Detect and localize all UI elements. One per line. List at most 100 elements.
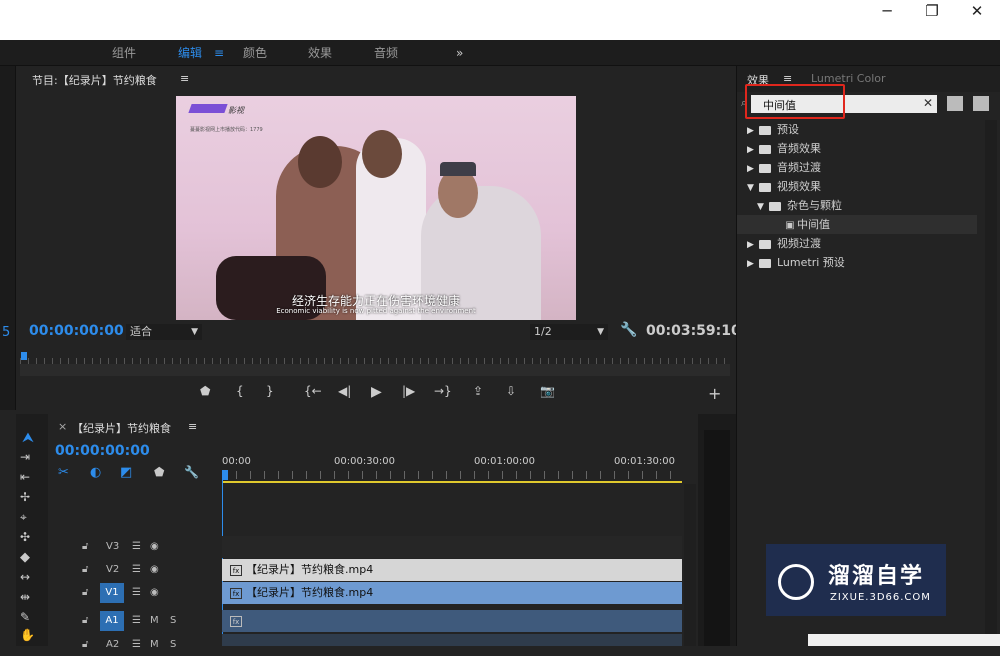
mark-in-button[interactable]: { [236,384,244,398]
timeline-menu-icon[interactable]: ≡ [188,420,197,433]
mute-button[interactable]: M [150,610,159,632]
sync-lock-icon[interactable]: ☰ [132,536,141,558]
work-area-bar[interactable] [222,481,682,483]
button-editor-button[interactable]: + [708,384,721,403]
snap-icon[interactable]: ✂ [58,465,69,480]
audio-meter-bars [704,430,730,646]
track-select-tool-icon[interactable]: ⇥ [20,450,30,464]
mark-out-button[interactable]: } [266,384,274,398]
taskbar-fragment [808,634,1000,646]
tree-item-video-effects[interactable]: ▼ 视频效果 [737,177,977,196]
channel-logo-text: 影视 [228,106,244,115]
program-scroll-bar[interactable] [20,364,730,376]
timeline-settings-icon[interactable]: 🔧 [184,465,199,479]
extract-button[interactable]: ⇩ [506,384,516,398]
step-forward-button[interactable]: |▶ [402,384,415,398]
program-menu-icon[interactable]: ≡ [180,72,189,85]
program-title[interactable]: 节目:【纪录片】节约粮食 [32,72,157,88]
slip-tool-icon[interactable]: ↔ [20,570,30,584]
rolling-edit-tool-icon[interactable]: ⌖ [20,510,27,525]
program-playhead[interactable] [21,352,27,360]
person-right-cap [440,162,476,176]
wrench-icon[interactable]: 🔧 [620,322,637,338]
hand-tool-icon[interactable]: ✋ [20,628,35,642]
timeline-ruler[interactable]: 00:00 00:00:30:00 00:01:00:00 00:01:30:0… [222,454,682,484]
workspace-tab-effects[interactable]: 效果 [308,40,332,66]
lift-button[interactable]: ⇪ [473,384,483,398]
clear-search-icon[interactable]: ✕ [923,96,933,110]
linked-selection-icon[interactable]: ◐ [90,465,101,480]
sync-lock-icon[interactable]: ☰ [132,559,141,581]
rate-stretch-tool-icon[interactable]: ✣ [20,530,30,544]
program-ruler[interactable] [20,350,730,364]
pen-tool-icon[interactable]: ✎ [20,610,30,624]
fx-icon: fx [230,565,242,576]
track-lane-v3[interactable] [222,536,682,558]
timeline-scrollbar[interactable] [684,484,696,646]
selection-tool-icon[interactable]: ⮝ [22,430,34,446]
lock-icon[interactable]: 🔓︎ [82,634,88,656]
timeline-timecode[interactable]: 00:00:00:00 [55,443,150,459]
effect-icon: ▣ [785,220,795,231]
effects-scrollbar[interactable] [985,120,997,640]
tree-item-presets[interactable]: ▶ 预设 [737,120,977,139]
timeline-close-icon[interactable]: × [58,420,67,433]
eye-icon[interactable]: ◉ [150,536,159,558]
workspace-tab-assembly[interactable]: 组件 [112,40,136,66]
source-timecode-fragment: 5 [2,325,11,340]
tree-item-audio-effects[interactable]: ▶ 音频效果 [737,139,977,158]
slide-tool-icon[interactable]: ⇹ [20,590,30,604]
sync-lock-icon[interactable]: ☰ [132,634,141,656]
lock-icon[interactable]: 🔓︎ [82,610,88,632]
lock-icon[interactable]: 🔓︎ [82,536,88,558]
solo-button[interactable]: S [170,610,176,632]
lock-icon[interactable]: 🔓︎ [82,582,88,604]
mute-button[interactable]: M [150,634,159,656]
track-name[interactable]: A1 [100,611,124,631]
video-frame[interactable]: 影视 蔓蔓影视网上市播放代码：1779 经济生存能力正在伤害环境健康 Econo… [176,96,576,320]
step-back-button[interactable]: ◀| [338,384,351,398]
add-marker-button[interactable]: ⬟ [200,384,210,398]
workspace-tab-audio[interactable]: 音频 [374,40,398,66]
clip-v2[interactable]: fx 【纪录片】节约粮食.mp4 [222,559,682,581]
go-to-in-button[interactable]: {← [304,384,322,398]
track-v2: 🔓︎ V2 ☰ ◉ [48,559,222,581]
playhead-timecode[interactable]: 00:00:00:00 [29,323,124,339]
close-button[interactable]: ✕ [954,0,1000,24]
track-lane-a2[interactable] [222,634,682,646]
export-frame-button[interactable]: 📷 [540,384,555,398]
timeline-sequence-title[interactable]: 【纪录片】节约粮食 [72,420,171,436]
tree-item-lumetri-presets[interactable]: ▶ Lumetri 预设 [737,253,977,272]
sync-lock-icon[interactable]: ☰ [132,610,141,632]
insert-overwrite-icon[interactable]: ◩ [120,465,132,480]
play-button[interactable]: ▶ [371,384,382,400]
timeline-playhead-handle[interactable] [222,470,228,480]
accelerated-effects-icon[interactable] [973,96,989,111]
tree-item-noise-grain[interactable]: ▼ 杂色与颗粒 [737,196,977,215]
lock-icon[interactable]: 🔓︎ [82,559,88,581]
restore-button[interactable]: ❐ [909,0,955,24]
track-name[interactable]: V1 [100,583,124,603]
workspace-menu-icon[interactable]: ≡ [214,40,224,66]
resolution-dropdown[interactable]: 1/2 ▼ [530,324,608,340]
add-marker-icon[interactable]: ⬟ [154,465,164,479]
tree-item-video-transitions[interactable]: ▶ 视频过渡 [737,234,977,253]
tree-item-median[interactable]: ▣ 中间值 [737,215,977,234]
clip-a1[interactable]: fx [222,610,682,632]
clip-v1[interactable]: fx 【纪录片】节约粮食.mp4 [222,582,682,604]
sync-lock-icon[interactable]: ☰ [132,582,141,604]
workspace-overflow-icon[interactable]: » [456,40,463,66]
go-to-out-button[interactable]: →} [434,384,452,398]
track-select-back-icon[interactable]: ⇤ [20,470,30,484]
solo-button[interactable]: S [170,634,176,656]
workspace-tab-editing[interactable]: 编辑 [178,40,202,66]
new-bin-icon[interactable] [947,96,963,111]
fit-dropdown[interactable]: 适合 ▼ [126,324,202,340]
eye-icon[interactable]: ◉ [150,559,159,581]
tree-item-audio-transitions[interactable]: ▶ 音频过渡 [737,158,977,177]
workspace-tab-color[interactable]: 颜色 [243,40,267,66]
ripple-edit-tool-icon[interactable]: ✢ [20,490,30,504]
eye-icon[interactable]: ◉ [150,582,159,604]
minimize-button[interactable]: ─ [864,0,910,24]
razor-tool-icon[interactable]: ◆ [20,550,30,565]
